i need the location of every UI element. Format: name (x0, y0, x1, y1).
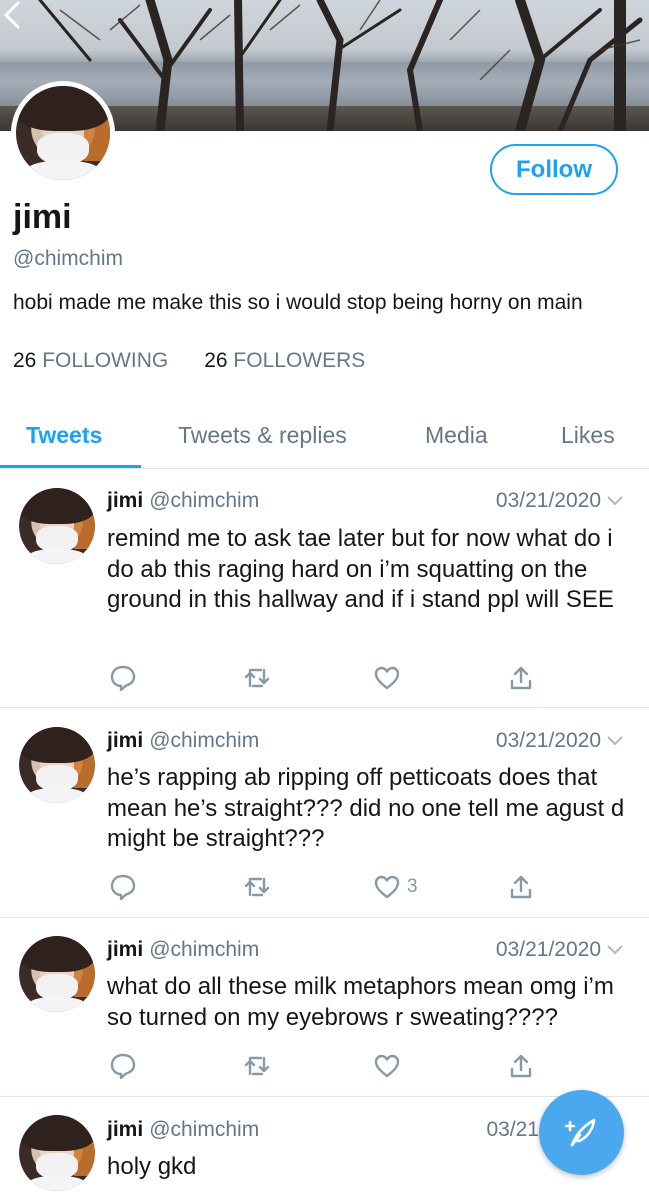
tab-media[interactable]: Media (425, 422, 488, 449)
active-tab-indicator (0, 465, 141, 468)
retweet-button[interactable] (243, 1052, 271, 1080)
avatar[interactable] (19, 1115, 95, 1191)
tab-likes[interactable]: Likes (561, 422, 615, 449)
tweet-header: jimi @chimchim (107, 1118, 259, 1142)
tweet-author-name[interactable]: jimi (107, 1118, 143, 1141)
tweet-author-name[interactable]: jimi (107, 489, 143, 512)
avatar[interactable] (19, 727, 95, 803)
avatar[interactable] (19, 488, 95, 564)
retweet-icon (244, 877, 270, 897)
follow-button[interactable]: Follow (490, 144, 618, 195)
like-count: 3 (407, 876, 418, 897)
back-chevron-icon[interactable] (0, 0, 24, 30)
like-button[interactable] (373, 664, 407, 692)
following-label: FOLLOWING (42, 349, 169, 372)
tweet-header: jimi @chimchim (107, 489, 259, 513)
profile-handle: @chimchim (13, 247, 123, 270)
tweet-author-name[interactable]: jimi (107, 729, 143, 752)
tweet-header: jimi @chimchim (107, 938, 259, 962)
following-count: 26 (13, 349, 37, 372)
tweet-text: remind me to ask tae later but for now w… (107, 525, 614, 613)
reply-button[interactable] (109, 873, 137, 901)
followers-count: 26 (204, 349, 228, 372)
tweet-header: jimi @chimchim (107, 729, 259, 753)
tweet-author-handle[interactable]: @chimchim (149, 938, 259, 961)
tweet-text: he’s rapping ab ripping off petticoats d… (107, 764, 625, 852)
retweet-button[interactable] (243, 873, 271, 901)
share-icon (510, 666, 532, 690)
like-icon (374, 875, 400, 899)
share-button[interactable] (507, 1052, 535, 1080)
like-button[interactable]: 3 (373, 873, 418, 901)
profile-bio: hobi made me make this so i would stop b… (13, 291, 583, 314)
caret-down-icon[interactable] (607, 495, 623, 507)
tweet-date: 03/21 (486, 1118, 539, 1142)
caret-down-icon[interactable] (607, 735, 623, 747)
reply-icon (110, 1053, 136, 1080)
reply-icon (110, 665, 136, 692)
tweet-author-handle[interactable]: @chimchim (149, 489, 259, 512)
tweet-date: 03/21/2020 (496, 938, 623, 962)
followers-stat[interactable]: 26 FOLLOWERS (204, 349, 365, 373)
profile-avatar[interactable] (11, 81, 115, 185)
tweet-date-text: 03/21/2020 (495, 938, 601, 961)
tweet-date-text: 03/21/2020 (495, 489, 601, 512)
tweet-author-handle[interactable]: @chimchim (149, 1118, 259, 1141)
reply-button[interactable] (109, 1052, 137, 1080)
profile-stats: 26 FOLLOWING 26 FOLLOWERS (13, 349, 365, 373)
avatar[interactable] (19, 936, 95, 1012)
followers-label: FOLLOWERS (233, 349, 366, 372)
compose-tweet-button[interactable] (539, 1090, 624, 1175)
caret-down-icon[interactable] (607, 944, 623, 956)
share-button[interactable] (507, 873, 535, 901)
tweet-date: 03/21/2020 (496, 489, 623, 513)
share-icon (510, 875, 532, 899)
tweet[interactable]: jimi @chimchim 03/21/2020 what do all the… (0, 918, 649, 1097)
retweet-icon (244, 1056, 270, 1076)
following-stat[interactable]: 26 FOLLOWING (13, 349, 168, 373)
compose-tweet-icon (564, 1118, 595, 1146)
retweet-icon (244, 668, 270, 688)
tweet[interactable]: jimi @chimchim 03/21/2020 he’s rapping ab… (0, 709, 649, 918)
tweet-author-handle[interactable]: @chimchim (149, 729, 259, 752)
tweet-author-name[interactable]: jimi (107, 938, 143, 961)
like-icon (374, 1054, 400, 1078)
reply-button[interactable] (109, 664, 137, 692)
tab-tweets-and-replies[interactable]: Tweets & replies (178, 422, 347, 449)
share-icon (510, 1054, 532, 1078)
reply-icon (110, 874, 136, 901)
tweet-date-text: 03/21/2020 (495, 729, 601, 752)
profile-display-name: jimi (13, 198, 72, 236)
tweet-date: 03/21/2020 (496, 729, 623, 753)
tweet[interactable]: jimi @chimchim 03/21/2020 remind me to as… (0, 470, 649, 708)
tweet-text: what do all these milk metaphors mean om… (107, 973, 614, 1031)
tweet-date-text: 03/21 (486, 1118, 539, 1141)
tab-tweets[interactable]: Tweets (26, 422, 102, 449)
like-icon (374, 666, 400, 690)
share-button[interactable] (507, 664, 535, 692)
like-button[interactable] (373, 1052, 407, 1080)
retweet-button[interactable] (243, 664, 271, 692)
profile-tabs: Tweets Tweets & replies Media Likes (0, 412, 649, 469)
